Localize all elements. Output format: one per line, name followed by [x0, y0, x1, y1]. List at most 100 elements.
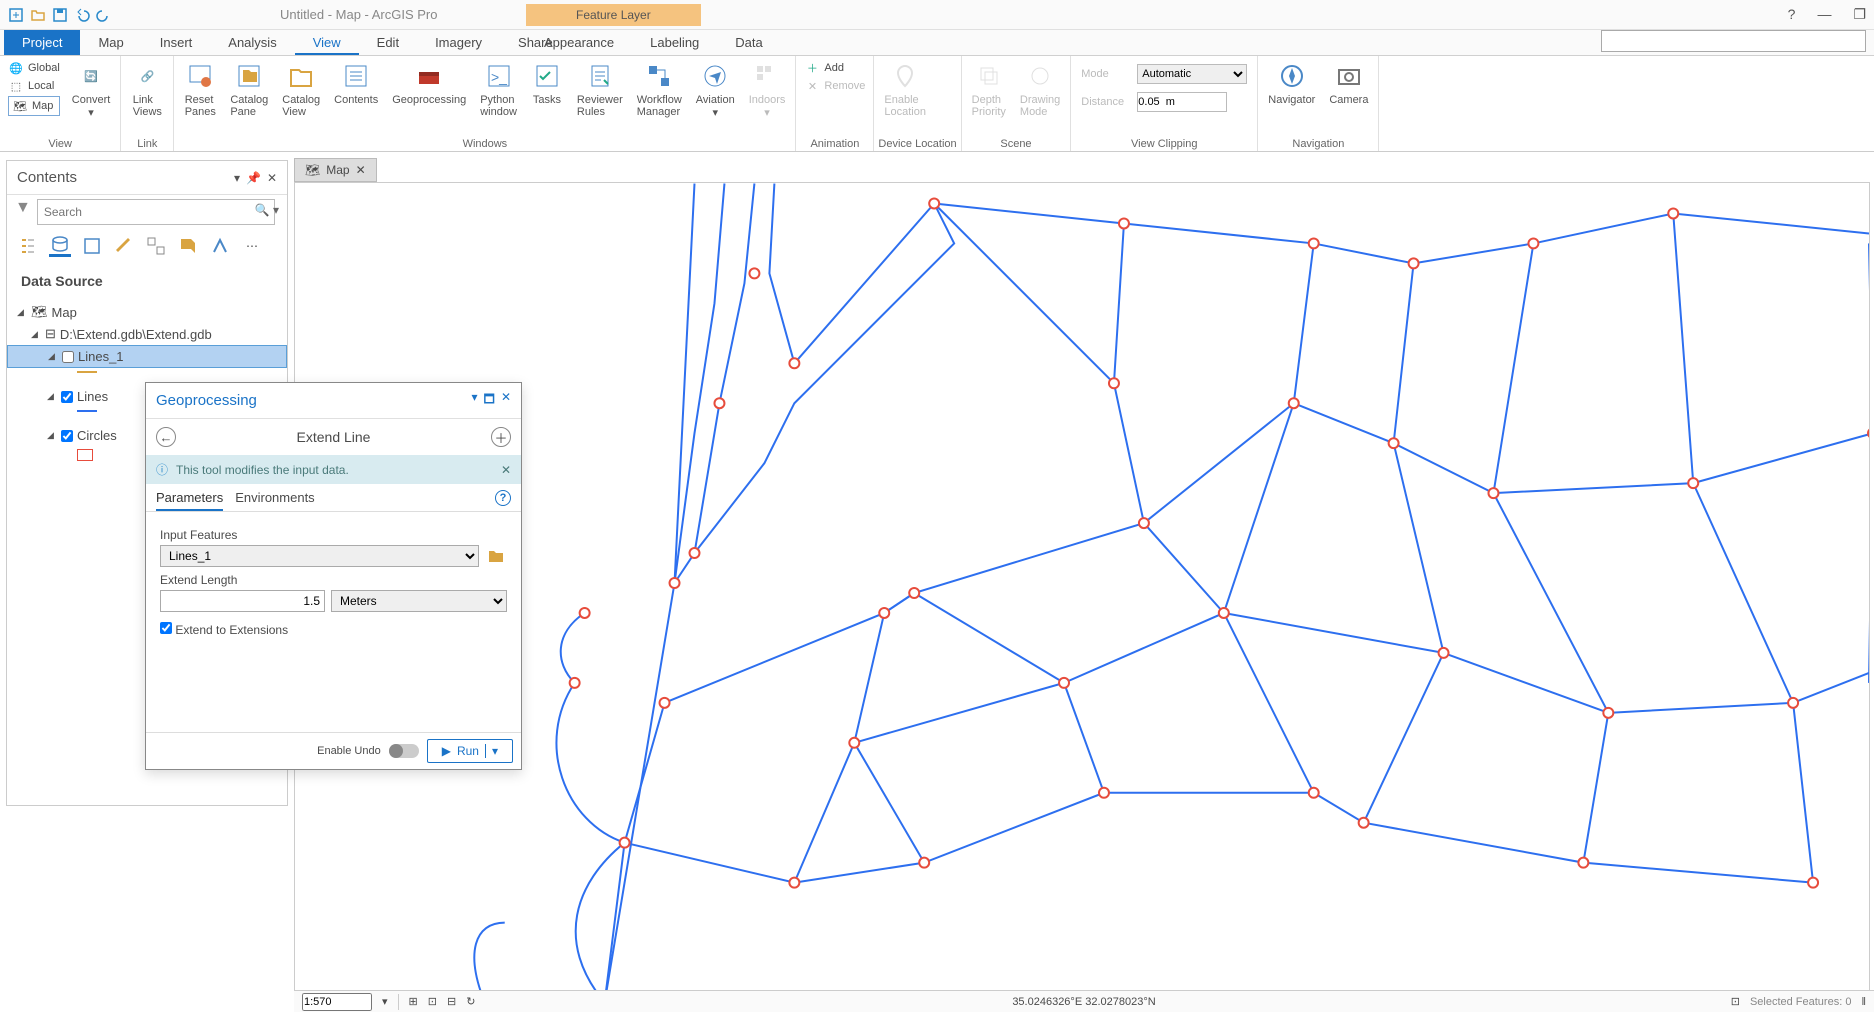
aviation-button[interactable]: Aviation▾ — [690, 58, 741, 121]
workflow-button[interactable]: Workflow Manager — [631, 58, 688, 120]
menu-icon[interactable]: ▾ — [234, 171, 240, 185]
enable-undo-toggle[interactable] — [389, 744, 419, 758]
browse-folder-icon[interactable] — [485, 545, 507, 567]
symbol-swatch[interactable] — [77, 371, 97, 373]
tab-parameters[interactable]: Parameters — [156, 490, 223, 511]
menu-icon[interactable]: ▾ — [472, 390, 478, 411]
sb-icon[interactable]: ⊡ — [1731, 995, 1740, 1008]
clipping-distance-input[interactable] — [1137, 92, 1227, 112]
list-by-snapping-icon[interactable] — [145, 235, 167, 257]
convert-icon: 🔄 — [75, 60, 107, 92]
indoors-button[interactable]: Indoors▾ — [743, 58, 792, 121]
link-views-button[interactable]: 🔗Link Views — [125, 58, 169, 120]
toolbox-icon — [413, 60, 445, 92]
navigator-button[interactable]: Navigator — [1262, 58, 1321, 108]
sb-icon[interactable]: ⊞ — [409, 995, 418, 1008]
ribbon-tabs: Project Map Insert Analysis View Edit Im… — [0, 30, 1874, 56]
tab-project[interactable]: Project — [4, 30, 80, 55]
sb-icon[interactable]: ⊟ — [447, 995, 456, 1008]
open-project-icon[interactable] — [30, 7, 46, 23]
camera-button[interactable]: Camera — [1323, 58, 1374, 108]
python-button[interactable]: >_Python window — [474, 58, 523, 120]
catalog-view-button[interactable]: Catalog View — [276, 58, 326, 120]
minimize-icon[interactable]: — — [1817, 6, 1831, 23]
layer-visibility-checkbox[interactable] — [61, 391, 73, 403]
map-view-tab[interactable]: 🗺Map✕ — [294, 158, 377, 182]
symbol-swatch[interactable] — [77, 449, 93, 461]
tab-appearance[interactable]: Appearance — [526, 30, 632, 55]
scale-input[interactable] — [302, 993, 372, 1011]
tree-gdb[interactable]: ◢⊟D:\Extend.gdb\Extend.gdb — [7, 323, 287, 345]
tab-map[interactable]: Map — [80, 30, 141, 55]
indoors-icon — [751, 60, 783, 92]
global-view-button[interactable]: 🌐Global — [8, 60, 60, 76]
reset-panes-button[interactable]: Reset Panes — [178, 58, 222, 120]
convert-button[interactable]: 🔄Convert▾ — [66, 58, 117, 121]
help-icon[interactable]: ? — [1788, 6, 1796, 23]
extend-to-extensions-checkbox[interactable]: Extend to Extensions — [160, 623, 288, 637]
undo-icon[interactable] — [74, 7, 90, 23]
new-project-icon[interactable] — [8, 7, 24, 23]
link-icon: 🔗 — [131, 60, 163, 92]
close-icon[interactable]: ✕ — [267, 171, 277, 185]
tab-environments[interactable]: Environments — [235, 490, 314, 511]
tab-labeling[interactable]: Labeling — [632, 30, 717, 55]
run-button[interactable]: ▶Run▾ — [427, 739, 513, 763]
maximize-icon[interactable]: ❐ — [1853, 6, 1866, 23]
back-button[interactable]: ← — [156, 427, 176, 447]
pin-icon[interactable]: 📌 — [246, 171, 261, 185]
close-tab-icon[interactable]: ✕ — [356, 163, 366, 177]
sb-icon[interactable]: ↻ — [466, 995, 475, 1008]
tasks-button[interactable]: Tasks — [525, 58, 569, 108]
catalog-view-icon — [285, 60, 317, 92]
tree-map[interactable]: ◢🗺Map — [7, 301, 287, 323]
filter-icon[interactable]: ▼ — [15, 199, 31, 225]
map-view-button[interactable]: 🗺Map — [8, 96, 60, 116]
list-by-perceptual-icon[interactable] — [209, 235, 231, 257]
tab-insert[interactable]: Insert — [142, 30, 211, 55]
extend-length-unit-select[interactable]: Meters — [331, 590, 507, 612]
contents-search-input[interactable] — [37, 199, 275, 225]
enable-location-button[interactable]: Enable Location — [878, 58, 932, 120]
list-by-selection-icon[interactable] — [81, 235, 103, 257]
help-icon[interactable]: ? — [495, 490, 511, 506]
local-view-button[interactable]: ⬚Local — [8, 78, 60, 94]
tree-layer-lines1[interactable]: ◢Lines_1 — [7, 345, 287, 368]
add-animation-button[interactable]: ＋Add — [804, 60, 865, 76]
layer-visibility-checkbox[interactable] — [61, 430, 73, 442]
dismiss-info-icon[interactable]: ✕ — [501, 463, 511, 477]
tab-data[interactable]: Data — [717, 30, 780, 55]
redo-icon[interactable] — [96, 7, 112, 23]
sb-icon[interactable]: ‖ — [1861, 996, 1866, 1008]
layer-visibility-checkbox[interactable] — [62, 351, 74, 363]
close-pane-icon[interactable]: ✕ — [501, 390, 511, 411]
add-button[interactable]: ＋ — [491, 427, 511, 447]
info-icon: ⓘ — [156, 461, 168, 478]
contents-button[interactable]: Contents — [328, 58, 384, 108]
more-icon[interactable]: ⋯ — [241, 235, 263, 257]
search-icon[interactable]: 🔍 ▾ — [255, 199, 279, 225]
tab-edit[interactable]: Edit — [359, 30, 417, 55]
list-by-editing-icon[interactable] — [113, 235, 135, 257]
extend-length-label: Extend Length — [160, 573, 507, 587]
map-icon: 🗺 — [12, 98, 28, 114]
geoprocessing-button[interactable]: Geoprocessing — [386, 58, 472, 108]
tab-view[interactable]: View — [295, 30, 359, 55]
catalog-pane-button[interactable]: Catalog Pane — [224, 58, 274, 120]
symbol-swatch[interactable] — [77, 410, 97, 412]
compass-icon — [1276, 60, 1308, 92]
restore-icon[interactable]: 🗖 — [484, 390, 495, 411]
clipping-mode-select[interactable]: Automatic — [1137, 64, 1247, 84]
save-icon[interactable] — [52, 7, 68, 23]
list-by-source-icon[interactable] — [49, 235, 71, 257]
tab-analysis[interactable]: Analysis — [210, 30, 294, 55]
tab-imagery[interactable]: Imagery — [417, 30, 500, 55]
extend-length-input[interactable] — [160, 590, 325, 612]
list-by-labeling-icon[interactable] — [177, 235, 199, 257]
input-features-select[interactable]: Lines_1 — [160, 545, 479, 567]
list-by-drawing-icon[interactable] — [17, 235, 39, 257]
reviewer-button[interactable]: Reviewer Rules — [571, 58, 629, 120]
sb-icon[interactable]: ⊡ — [428, 995, 437, 1008]
map-canvas[interactable] — [294, 182, 1870, 992]
global-search[interactable] — [1601, 30, 1866, 52]
